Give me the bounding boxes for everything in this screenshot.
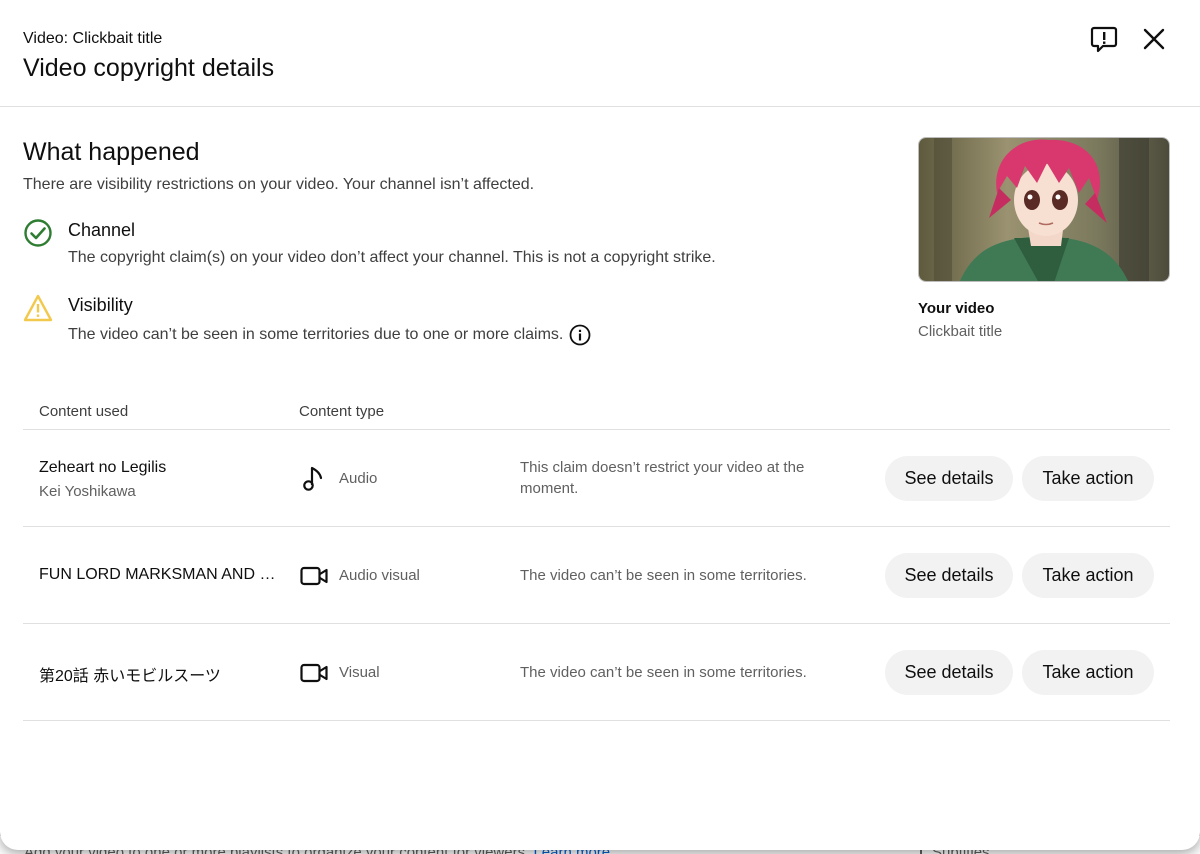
- your-video-title: Clickbait title: [918, 323, 1003, 340]
- close-icon: [1143, 28, 1165, 50]
- close-button[interactable]: [1137, 22, 1171, 56]
- content-title: 第20話 赤いモビルスーツ: [39, 668, 221, 685]
- see-details-button[interactable]: See details: [885, 650, 1013, 695]
- visibility-status-title: Visibility: [68, 295, 133, 315]
- take-action-button[interactable]: Take action: [1022, 650, 1154, 695]
- visibility-status-line: The video can’t be seen in some territor…: [68, 324, 591, 346]
- video-thumbnail[interactable]: [918, 137, 1170, 282]
- table-row: FUN LORD MARKSMAN AND V... Audio visual …: [23, 527, 1170, 624]
- visibility-status: Visibility The video can’t be seen in so…: [23, 293, 883, 349]
- see-details-button[interactable]: See details: [885, 553, 1013, 598]
- visibility-status-description: The video can’t be seen in some territor…: [68, 326, 564, 344]
- music-note-icon: [303, 466, 323, 491]
- warning-icon: [23, 294, 53, 322]
- table-row: 第20話 赤いモビルスーツ Visual The video can’t be …: [23, 624, 1170, 721]
- dialog-title: Video copyright details: [23, 54, 275, 82]
- column-header-content-used: Content used: [39, 403, 129, 420]
- see-details-button[interactable]: See details: [885, 456, 1013, 501]
- claim-description: The video can’t be seen in some territor…: [520, 567, 807, 584]
- channel-status: Channel The copyright claim(s) on your v…: [23, 218, 883, 268]
- dialog-header: Video: Clickbait title Video copyright d…: [0, 0, 1200, 107]
- take-action-button[interactable]: Take action: [1022, 553, 1154, 598]
- channel-status-title: Channel: [68, 220, 136, 240]
- table-row: Zeheart no Legilis Kei Yoshikawa Audio T…: [23, 430, 1170, 527]
- take-action-button[interactable]: Take action: [1022, 456, 1154, 501]
- info-icon[interactable]: [569, 324, 591, 346]
- content-type-label: Audio visual: [339, 567, 420, 584]
- what-happened-description: There are visibility restrictions on you…: [23, 176, 535, 193]
- claim-description: The video can’t be seen in some territor…: [520, 664, 807, 681]
- dialog-subtitle: Video: Clickbait title: [23, 30, 163, 47]
- content-title: Zeheart no Legilis: [39, 459, 167, 476]
- anime-character-image: [919, 138, 1169, 281]
- content-artist: Kei Yoshikawa: [39, 483, 136, 500]
- content-type-label: Audio: [339, 470, 378, 487]
- content-type-label: Visual: [339, 664, 380, 681]
- video-camera-icon: [300, 566, 328, 586]
- what-happened-heading: What happened: [23, 138, 200, 166]
- copyright-dialog: Video: Clickbait title Video copyright d…: [0, 0, 1200, 850]
- column-header-content-type: Content type: [299, 403, 385, 420]
- video-camera-icon: [300, 663, 328, 683]
- content-title: FUN LORD MARKSMAN AND V...: [39, 566, 279, 583]
- channel-status-description: The copyright claim(s) on your video don…: [68, 249, 716, 266]
- check-circle-icon: [24, 219, 52, 247]
- claim-description: This claim doesn’t restrict your video a…: [520, 459, 805, 497]
- your-video-label: Your video: [918, 300, 995, 317]
- feedback-button[interactable]: [1087, 22, 1121, 56]
- feedback-icon: [1090, 26, 1118, 53]
